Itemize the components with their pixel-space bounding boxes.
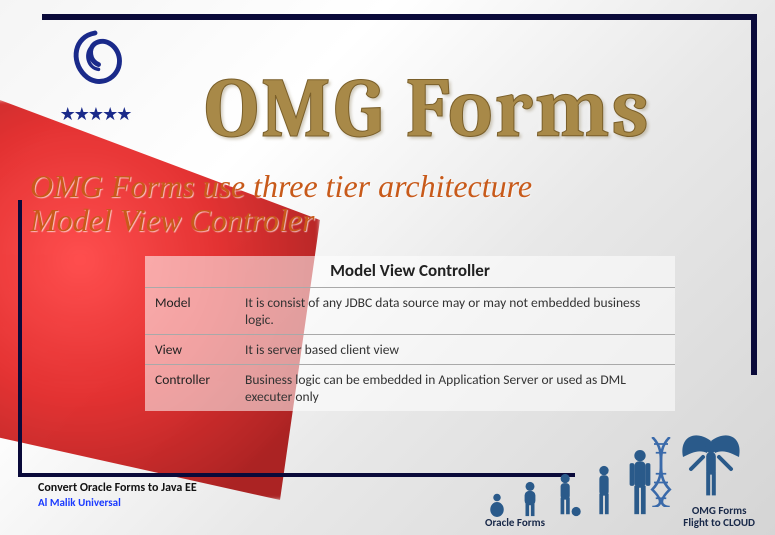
evolution-silhouettes <box>485 449 655 517</box>
footer-tagline: Convert Oracle Forms to Java EE <box>38 481 197 495</box>
winged-figure-icon <box>671 425 751 505</box>
footer-brand: Convert Oracle Forms to Java EE Al Malik… <box>38 481 197 509</box>
table-row: Model It is consist of any JDBC data sou… <box>145 288 675 335</box>
omg-forms-cloud-label: OMG Forms Flight to CLOUD <box>683 505 755 529</box>
mvc-table: Model View Controller Model It is consis… <box>145 256 675 411</box>
table-row: View It is server based client view <box>145 335 675 365</box>
frame-border-top <box>42 14 757 20</box>
subtitle: OMG Forms use three tier architecture Mo… <box>30 170 755 237</box>
baby-silhouette-icon <box>485 493 509 517</box>
subtitle-line2: Model View Controler <box>30 204 755 238</box>
table-heading: Model View Controller <box>145 256 675 287</box>
teen-silhouette-icon <box>591 465 617 517</box>
row-name: View <box>145 335 235 365</box>
row-name: Model <box>145 288 235 335</box>
row-desc: Business logic can be embedded in Applic… <box>235 365 675 412</box>
row-desc: It is server based client view <box>235 335 675 365</box>
toddler-silhouette-icon <box>517 481 543 517</box>
row-name: Controller <box>145 365 235 412</box>
child-ball-silhouette-icon <box>551 473 583 517</box>
row-desc: It is consist of any JDBC data source ma… <box>235 288 675 335</box>
frame-border-left <box>18 200 22 477</box>
table-row: Controller Business logic can be embedde… <box>145 365 675 412</box>
subtitle-line1: OMG Forms use three tier architecture <box>30 170 755 204</box>
main-title: OMG Forms <box>100 60 755 157</box>
footer-company: Al Malik Universal <box>38 496 197 509</box>
oracle-forms-label: Oracle Forms <box>485 516 545 529</box>
